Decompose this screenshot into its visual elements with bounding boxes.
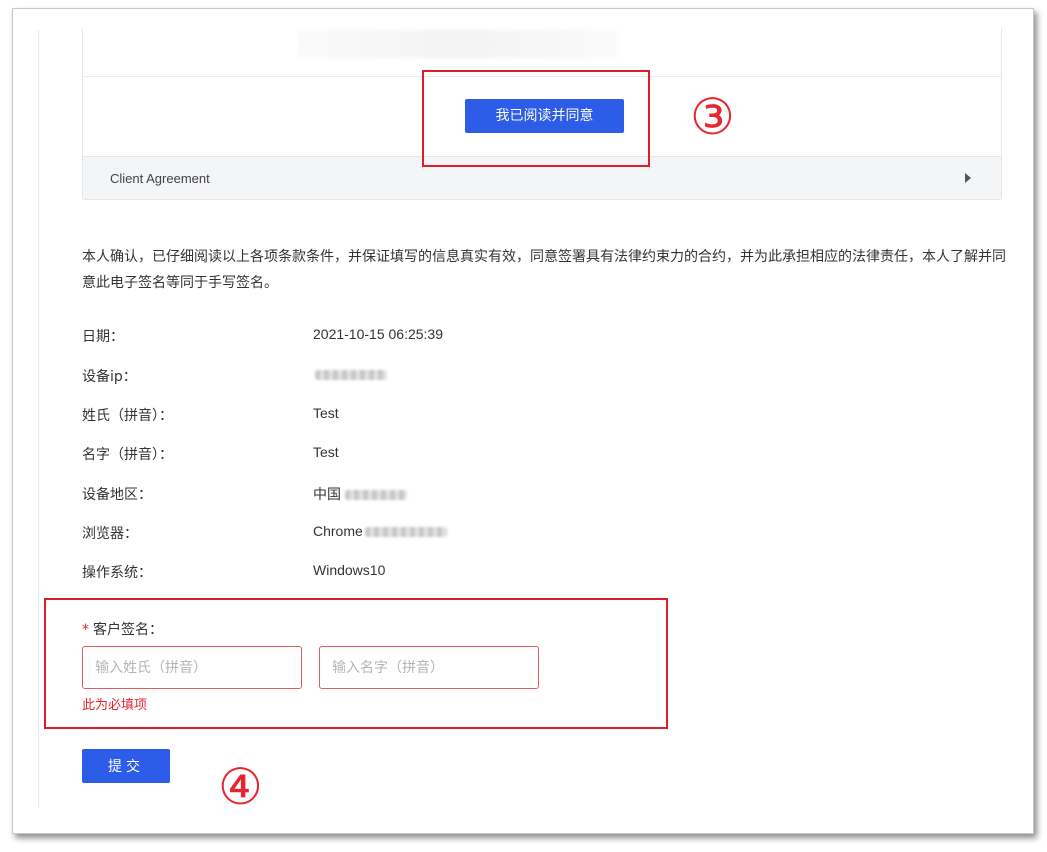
left-divider: [38, 30, 39, 808]
signature-label-text: 客户签名：: [93, 622, 163, 638]
annotation-box-step3: [422, 70, 650, 167]
declaration-text: 本人确认，已仔细阅读以上各项条款条件，并保证填写的信息真实有效，同意签署具有法律…: [82, 249, 1006, 291]
region-text: 中国: [313, 486, 341, 502]
annotation-step4: ④: [218, 758, 263, 816]
info-label-surname: 姓氏（拼音）：: [82, 408, 173, 424]
info-value-browser: Chrome: [313, 523, 447, 539]
given-name-input[interactable]: [319, 646, 539, 689]
info-label-ip: 设备ip：: [82, 369, 137, 385]
info-label-date: 日期：: [82, 329, 124, 345]
caret-right-icon[interactable]: [965, 173, 971, 183]
info-value-ip: [313, 366, 387, 382]
annotation-step3: ③: [690, 88, 735, 146]
info-value-given-name: Test: [313, 444, 339, 460]
info-label-given-name: 名字（拼音）：: [82, 447, 173, 463]
info-label-region: 设备地区：: [82, 487, 152, 503]
surname-input[interactable]: [82, 646, 302, 689]
submit-button[interactable]: 提交: [82, 749, 170, 783]
info-value-surname: Test: [313, 405, 339, 421]
browser-text: Chrome: [313, 523, 363, 539]
client-agreement-label: Client Agreement: [110, 171, 210, 186]
required-error: 此为必填项: [82, 698, 148, 713]
info-value-date: 2021-10-15 06:25:39: [313, 326, 443, 342]
info-value-os: Windows10: [313, 562, 386, 578]
redacted-ip: [315, 370, 387, 381]
redacted-browser: [364, 527, 447, 538]
info-label-browser: 浏览器：: [82, 526, 138, 542]
info-label-os: 操作系统：: [82, 565, 152, 581]
required-mark: *: [82, 622, 89, 638]
info-value-region: 中国: [313, 484, 407, 504]
blurred-content: [298, 30, 618, 58]
redacted-region: [345, 490, 407, 501]
signature-label: * 客户签名：: [82, 619, 163, 639]
